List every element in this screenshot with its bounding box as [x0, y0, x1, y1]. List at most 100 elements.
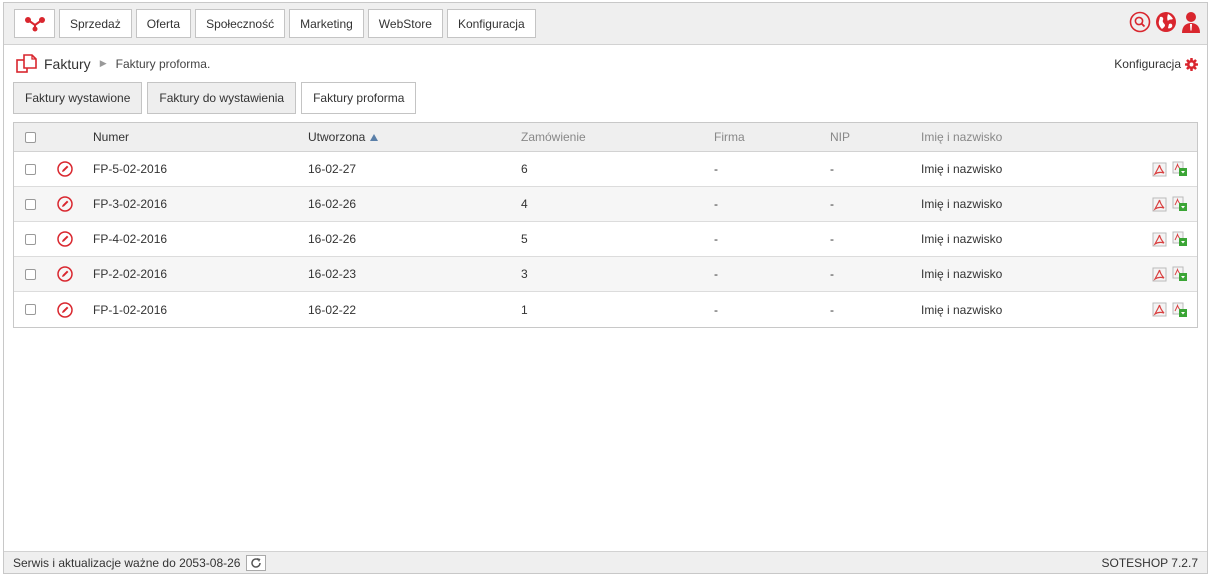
cell-created: 16-02-23	[308, 267, 357, 281]
edit-icon	[57, 301, 73, 318]
cell-created: 16-02-26	[308, 197, 357, 211]
cell-number[interactable]: FP-1-02-2016	[93, 292, 167, 327]
tab-faktury-do-wystawienia[interactable]: Faktury do wystawienia	[147, 82, 297, 114]
table-row[interactable]: FP-3-02-2016 16-02-26 4 - - Imię i nazwisko	[14, 187, 1197, 222]
download-button[interactable]	[1172, 222, 1188, 256]
main-menu: Sprzedaż Oferta Społeczność Marketing We…	[59, 9, 536, 38]
cell-number[interactable]: FP-4-02-2016	[93, 222, 167, 256]
proforma-table: Numer Utworzona Zamówienie Firma NIP Imi…	[13, 122, 1198, 328]
cell-created: 16-02-26	[308, 232, 357, 246]
edit-button[interactable]	[57, 187, 73, 221]
row-select-cell	[25, 292, 36, 327]
edit-icon	[57, 231, 73, 247]
header-created[interactable]: Utworzona	[308, 123, 379, 151]
row-select-cell	[25, 222, 36, 256]
edit-icon	[57, 196, 73, 212]
menu-oferta[interactable]: Oferta	[135, 9, 192, 38]
cell-nip: -	[830, 267, 834, 281]
edit-icon	[57, 161, 73, 177]
pdf-button[interactable]	[1152, 257, 1167, 291]
invoice-tabs: Faktury wystawione Faktury do wystawieni…	[13, 82, 417, 114]
service-info: Serwis i aktualizacje ważne do 2053-08-2…	[13, 555, 267, 571]
cell-order: 4	[521, 197, 528, 211]
logo-button[interactable]	[14, 9, 55, 38]
app-window: Sprzedaż Oferta Społeczność Marketing We…	[3, 2, 1208, 574]
refresh-button[interactable]	[246, 555, 267, 571]
table-header: Numer Utworzona Zamówienie Firma NIP Imi…	[14, 123, 1197, 152]
menu-spolecznosc[interactable]: Społeczność	[195, 9, 286, 38]
cell-company: -	[714, 162, 718, 176]
table-body: FP-5-02-2016 16-02-27 6- - Imię i nazwisko FP…	[14, 152, 1197, 327]
download-icon	[1172, 266, 1187, 281]
status-bar: Serwis i aktualizacje ważne do 2053-08-2…	[4, 551, 1207, 573]
row-checkbox[interactable]	[25, 304, 36, 315]
cell-order: 5	[521, 232, 528, 246]
download-button[interactable]	[1172, 292, 1188, 327]
download-button[interactable]	[1172, 187, 1188, 221]
cell-number[interactable]: FP-2-02-2016	[93, 257, 167, 291]
top-icons	[1129, 11, 1201, 33]
download-button[interactable]	[1172, 257, 1188, 291]
cell-nip: -	[830, 197, 834, 211]
select-all-checkbox[interactable]	[25, 131, 36, 143]
breadcrumb-root[interactable]: Faktury	[44, 56, 91, 72]
edit-button[interactable]	[57, 222, 73, 256]
download-button[interactable]	[1172, 152, 1188, 186]
edit-button[interactable]	[57, 292, 73, 327]
pdf-icon	[1152, 162, 1167, 176]
config-link[interactable]: Konfiguracja	[1114, 57, 1198, 71]
download-icon	[1172, 161, 1187, 176]
refresh-icon	[251, 558, 262, 568]
cell-name: Imię i nazwisko	[921, 162, 1003, 176]
sort-ascending-icon	[370, 133, 379, 141]
download-icon	[1172, 231, 1187, 246]
menu-konfiguracja[interactable]: Konfiguracja	[446, 9, 536, 38]
menu-webstore[interactable]: WebStore	[367, 9, 443, 38]
download-icon	[1172, 196, 1187, 211]
globe-icon[interactable]	[1155, 11, 1177, 33]
cell-company: -	[714, 302, 718, 317]
tab-faktury-proforma[interactable]: Faktury proforma	[301, 82, 417, 114]
user-icon[interactable]	[1181, 11, 1201, 33]
table-row[interactable]: FP-4-02-2016 16-02-26 5 - - Imię i nazwisko	[14, 222, 1197, 257]
cell-name: Imię i nazwisko	[921, 197, 1003, 211]
tab-faktury-wystawione[interactable]: Faktury wystawione	[13, 82, 143, 114]
row-checkbox[interactable]	[25, 268, 36, 280]
cell-number[interactable]: FP-3-02-2016	[93, 187, 167, 221]
search-icon[interactable]	[1129, 11, 1151, 33]
config-link-label: Konfiguracja	[1114, 57, 1181, 71]
cell-nip: -	[830, 302, 834, 317]
menu-sprzedaz[interactable]: Sprzedaż	[59, 9, 132, 38]
download-icon	[1172, 302, 1187, 317]
table-row[interactable]: FP-2-02-2016 16-02-23 3 - - Imię i nazwisko	[14, 257, 1197, 292]
version-label: SOTESHOP 7.2.7	[1101, 556, 1199, 570]
cell-company: -	[714, 267, 718, 281]
cell-number[interactable]: FP-5-02-2016	[93, 152, 167, 186]
gear-icon	[1185, 57, 1198, 71]
edit-button[interactable]	[57, 257, 73, 291]
select-all-cell	[25, 123, 36, 151]
pdf-icon	[1152, 302, 1167, 317]
soteshop-logo-icon	[24, 16, 45, 31]
row-select-cell	[25, 187, 36, 221]
menu-marketing[interactable]: Marketing	[289, 9, 364, 38]
row-select-cell	[25, 257, 36, 291]
edit-button[interactable]	[57, 152, 73, 186]
edit-icon	[57, 266, 73, 282]
row-checkbox[interactable]	[25, 233, 36, 245]
cell-nip: -	[830, 232, 834, 246]
row-checkbox[interactable]	[25, 198, 36, 210]
pdf-button[interactable]	[1152, 222, 1167, 256]
pdf-button[interactable]	[1152, 292, 1167, 327]
breadcrumb-current: Faktury proforma.	[115, 56, 211, 71]
header-number[interactable]: Numer	[93, 123, 129, 151]
cell-name: Imię i nazwisko	[921, 232, 1003, 246]
header-nip: NIP	[830, 130, 851, 144]
row-checkbox[interactable]	[25, 163, 36, 175]
cell-company: -	[714, 232, 718, 246]
pdf-button[interactable]	[1152, 152, 1167, 186]
table-row[interactable]: FP-5-02-2016 16-02-27 6 - - Imię i nazwisko	[14, 152, 1197, 187]
cell-nip: -	[830, 162, 834, 176]
table-row[interactable]: FP-1-02-2016 16-02-22 1 - - Imię i nazwisko	[14, 292, 1197, 327]
pdf-button[interactable]	[1152, 187, 1167, 221]
